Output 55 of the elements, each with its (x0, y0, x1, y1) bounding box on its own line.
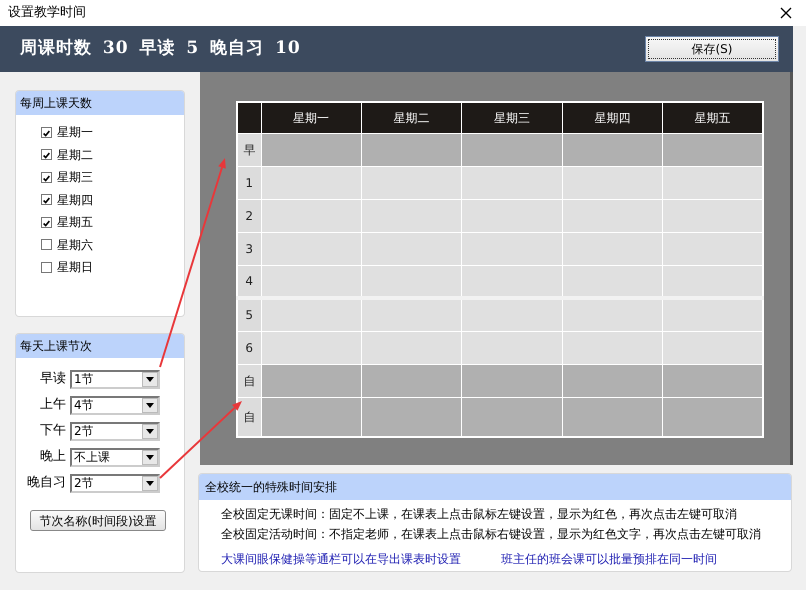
help-link[interactable]: 班主任的班会课可以批量预排在同一时间 (501, 550, 717, 568)
checkbox-label: 星期五 (57, 214, 93, 232)
period-names-button[interactable]: 节次名称(时间段)设置 (30, 510, 166, 531)
checkbox[interactable] (41, 149, 52, 160)
note-text: 全校固定无课时间：固定不上课，在课表上点击鼠标左键设置，显示为红色，再次点击左键可取消 (220, 506, 738, 523)
row-header: 2 (237, 199, 261, 232)
timetable-cell[interactable] (462, 298, 562, 331)
checkbox-label: 星期一 (57, 124, 93, 142)
help-link[interactable]: 大课间眼保健操等通栏可以在导出课表时设置 (221, 550, 461, 568)
checkbox[interactable] (41, 126, 52, 138)
window-title: 设置教学时间 (8, 4, 86, 22)
column-header: 星期一 (261, 102, 362, 133)
dropdown[interactable]: 4节 (70, 396, 160, 414)
checkbox[interactable] (41, 262, 52, 273)
checkbox-label: 星期四 (57, 192, 93, 209)
row-header: 1 (237, 166, 261, 199)
panel-title: 每周上课天数 (16, 91, 184, 115)
column-header: 星期二 (361, 102, 462, 133)
column-header: 星期四 (562, 102, 663, 133)
row-header: 自 (237, 397, 261, 437)
column-header: 星期三 (462, 102, 562, 133)
timetable-cell[interactable] (361, 298, 462, 331)
field-label: 上午 (40, 396, 66, 414)
timetable-cell[interactable] (562, 298, 663, 331)
dropdown[interactable]: 2节 (70, 422, 160, 440)
checkbox-label: 星期二 (57, 146, 93, 164)
timetable-cell[interactable] (662, 298, 763, 331)
field-label: 早读 (40, 370, 66, 388)
row-header: 5 (237, 298, 261, 331)
panel-title: 全校统一的特殊时间安排 (199, 474, 791, 500)
checkbox[interactable] (41, 194, 52, 206)
field-label: 晚上 (40, 448, 66, 466)
close-icon[interactable] (780, 7, 792, 19)
note-text: 全校固定活动时间：不指定老师，在课表上点击鼠标右键设置，显示为红色文字，再次点击左键可取消 (220, 526, 762, 543)
panel-title: 每天上课节次 (16, 334, 184, 358)
checkbox[interactable] (41, 239, 52, 250)
row-header: 自 (237, 364, 261, 397)
checkbox-label: 星期日 (57, 259, 93, 276)
column-header: 星期五 (662, 102, 763, 133)
field-label: 晚自习 (27, 474, 66, 492)
dropdown[interactable]: 1节 (70, 370, 160, 388)
row-header: 3 (237, 232, 261, 265)
row-header: 6 (237, 331, 261, 364)
summary-text: 周课时数 30 早读 5 晚自习 10 (20, 37, 301, 60)
dropdown[interactable]: 2节 (70, 474, 160, 492)
row-header: 4 (237, 265, 261, 298)
row-header: 早 (237, 133, 261, 166)
dropdown[interactable]: 不上课 (70, 448, 160, 466)
checkbox-label: 星期三 (57, 169, 93, 186)
field-label: 下午 (40, 422, 66, 440)
checkbox[interactable] (41, 172, 52, 183)
timetable-cell[interactable] (261, 298, 362, 331)
checkbox[interactable] (41, 216, 52, 228)
checkbox-label: 星期六 (57, 236, 93, 254)
save-button[interactable]: 保存(S) (645, 36, 779, 62)
